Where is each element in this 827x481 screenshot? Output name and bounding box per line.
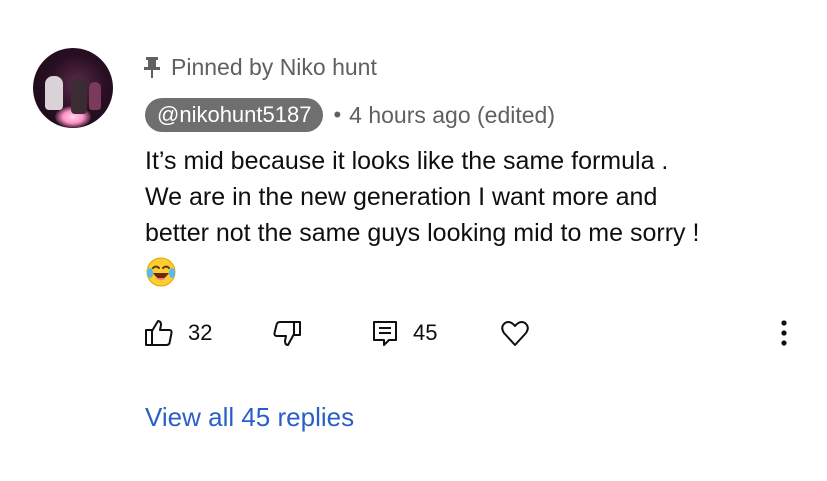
author-handle[interactable]: @nikohunt5187 bbox=[145, 98, 324, 132]
heart-icon bbox=[500, 318, 530, 348]
laughing-tears-emoji bbox=[145, 256, 177, 288]
avatar-figure bbox=[89, 82, 101, 110]
pinned-label: Pinned by Niko hunt bbox=[143, 52, 377, 82]
comment-body: It’s mid because it looks like the same … bbox=[145, 143, 815, 288]
comment-emoji-line bbox=[145, 251, 815, 288]
reply-icon bbox=[371, 318, 399, 348]
comment-line: We are in the new generation I want more… bbox=[145, 183, 658, 211]
avatar-figure bbox=[45, 76, 63, 110]
separator-dot: • bbox=[333, 102, 342, 127]
avatar-figure bbox=[71, 78, 87, 114]
reply-button[interactable]: 45 bbox=[371, 312, 437, 354]
more-vertical-icon bbox=[780, 318, 788, 348]
thumbs-down-icon bbox=[272, 318, 302, 348]
more-options-button[interactable] bbox=[780, 312, 788, 354]
comment-meta: @nikohunt5187 • 4 hours ago (edited) bbox=[145, 97, 555, 133]
comment-line: It’s mid because it looks like the same … bbox=[145, 147, 669, 175]
comment-card: Pinned by Niko hunt @nikohunt5187 • 4 ho… bbox=[0, 0, 827, 481]
comment-actions: 32 45 bbox=[0, 312, 827, 354]
heart-button[interactable] bbox=[500, 312, 530, 354]
thumbs-up-icon bbox=[144, 318, 174, 348]
comment-line: better not the same guys looking mid to … bbox=[145, 219, 700, 247]
like-button[interactable]: 32 bbox=[144, 312, 212, 354]
pinned-text: Pinned by Niko hunt bbox=[171, 53, 377, 80]
like-count: 32 bbox=[188, 320, 213, 345]
view-replies-link[interactable]: View all 45 replies bbox=[145, 402, 354, 433]
dislike-button[interactable] bbox=[272, 312, 302, 354]
reply-count: 45 bbox=[413, 320, 438, 345]
pin-icon bbox=[143, 56, 161, 78]
timestamp[interactable]: 4 hours ago (edited) bbox=[349, 102, 555, 129]
avatar[interactable] bbox=[33, 48, 113, 128]
